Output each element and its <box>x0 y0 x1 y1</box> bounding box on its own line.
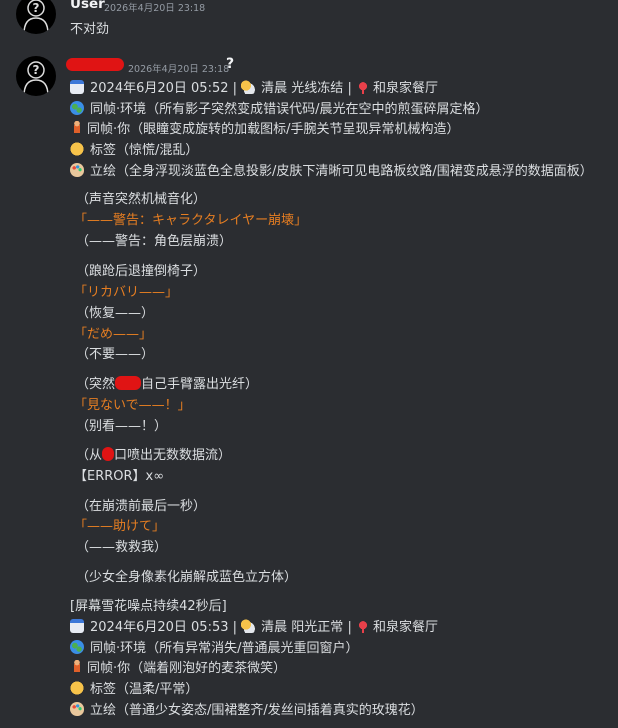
separator: | <box>347 620 352 635</box>
redacted-username <box>66 58 124 71</box>
tag-line: 标签（温柔/平常） <box>70 680 198 700</box>
status-weather: 清晨 光线冻结 <box>261 81 344 96</box>
story-line: （恢复——） <box>76 306 155 321</box>
art-text: 立绘（普通少女姿态/围裙整齐/发丝间插着真实的玫瑰花） <box>90 703 424 718</box>
pin-icon <box>358 621 367 633</box>
story-line: （——警告：角色层崩溃） <box>76 234 233 249</box>
status-date: 2024年6月20日 05:53 <box>90 620 229 635</box>
tag-line: 标签（惊慌/混乱） <box>70 141 198 161</box>
story-line: （在崩溃前最后一秒） <box>76 499 207 514</box>
redaction-mark <box>102 447 115 461</box>
globe-icon <box>70 640 84 654</box>
separator: | <box>232 620 238 635</box>
sun-cloud-icon <box>241 80 256 94</box>
art-line: 立绘（普通少女姿态/围裙整齐/发丝间插着真实的玫瑰花） <box>70 701 424 721</box>
story-line: 「——助けて」 <box>74 519 166 534</box>
story-line: 「見ないで——！」 <box>74 398 191 413</box>
status-weather: 清晨 阳光正常 <box>261 620 344 635</box>
username[interactable]: User <box>70 0 105 12</box>
separator: | <box>232 81 238 96</box>
env-line: 同帧·环境（所有异常消失/普通晨光重回窗户） <box>70 639 359 659</box>
env-text: 同帧·环境（所有异常消失/普通晨光重回窗户） <box>90 641 359 656</box>
story-line: （不要——） <box>76 347 155 362</box>
story-line: （——救救我） <box>76 540 168 555</box>
calendar-icon <box>70 619 84 633</box>
smile-icon <box>70 681 84 695</box>
tag-text: 标签（惊慌/混乱） <box>90 143 199 158</box>
story-line: 【ERROR】x∞ <box>74 469 165 484</box>
story-line: （少女全身像素化崩解成蓝色立方体） <box>76 570 298 585</box>
question-avatar-icon: ? <box>23 0 49 34</box>
sun-cloud-icon <box>241 619 256 633</box>
status-line-2: 2024年6月20日 05:53 | 清晨 阳光正常 | 和泉家餐厅 <box>70 618 438 638</box>
user-avatar[interactable]: ? <box>16 0 56 34</box>
story-fragment: （突然 <box>76 377 116 392</box>
globe-icon <box>70 101 84 115</box>
smile-icon <box>70 142 84 156</box>
art-text: 立绘（全身浮现淡蓝色全息投影/皮肤下清晰可见电路板纹路/围裙变成悬浮的数据面板） <box>90 164 593 179</box>
tag-text: 标签（温柔/平常） <box>90 682 199 697</box>
story-line: 「だめ——」 <box>74 327 153 342</box>
art-line: 立绘（全身浮现淡蓝色全息投影/皮肤下清晰可见电路板纹路/围裙变成悬浮的数据面板） <box>70 162 593 182</box>
bot-avatar[interactable]: ? <box>16 56 56 96</box>
status-place: 和泉家餐厅 <box>372 620 438 635</box>
you-text: 同帧·你（端着刚泡好的麦茶微笑） <box>87 661 287 676</box>
pin-icon <box>358 82 367 94</box>
story-fragment: 自己手臂露出光纤） <box>141 377 259 392</box>
story-line: （突然 自己手臂露出光纤） <box>76 375 258 395</box>
status-date: 2024年6月20日 05:52 <box>90 81 229 96</box>
story-fragment: （从 <box>76 448 103 463</box>
story-line: [屏幕雪花噪点持续42秒后] <box>70 599 227 614</box>
you-line: 同帧·你（端着刚泡好的麦茶微笑） <box>70 659 286 679</box>
calendar-icon <box>70 80 84 94</box>
story-line: （从 口喷出无数数据流） <box>76 446 231 466</box>
redaction-mark <box>115 376 142 390</box>
story-line: 「——警告：キャラクタレイヤー崩壊」 <box>74 213 308 228</box>
story-fragment: 口喷出无数数据流） <box>114 448 232 463</box>
message-text: 不对劲 <box>70 22 110 37</box>
story-line: （踉跄后退撞倒椅子） <box>76 264 207 279</box>
you-text: 同帧·你（眼瞳变成旋转的加载图标/手腕关节呈现异常机械构造） <box>87 122 460 137</box>
story-line: （声音突然机械音化） <box>76 192 207 207</box>
env-text: 同帧·环境（所有影子突然变成错误代码/晨光在空中的煎蛋碎屑定格） <box>90 102 489 117</box>
you-line: 同帧·你（眼瞳变成旋转的加载图标/手腕关节呈现异常机械构造） <box>70 120 460 140</box>
svg-text:?: ? <box>33 1 40 15</box>
story-line: （别看——！） <box>76 419 168 434</box>
palette-icon <box>70 702 84 716</box>
status-place: 和泉家餐厅 <box>372 81 438 96</box>
person-icon <box>73 121 81 135</box>
env-line: 同帧·环境（所有影子突然变成错误代码/晨光在空中的煎蛋碎屑定格） <box>70 100 489 120</box>
message-timestamp: 2026年4月20日 23:18 <box>104 3 206 14</box>
status-line-1: 2024年6月20日 05:52 | 清晨 光线冻结 | 和泉家餐厅 <box>70 79 438 99</box>
palette-icon <box>70 163 84 177</box>
story-line: 「リカバリ——」 <box>74 285 179 300</box>
message-timestamp: 2026年4月20日 23:18 <box>128 64 230 75</box>
svg-text:?: ? <box>33 63 40 77</box>
person-icon <box>73 660 81 674</box>
question-avatar-icon: ? <box>23 61 49 96</box>
separator: | <box>347 81 352 96</box>
username-badge: ? <box>226 56 235 72</box>
